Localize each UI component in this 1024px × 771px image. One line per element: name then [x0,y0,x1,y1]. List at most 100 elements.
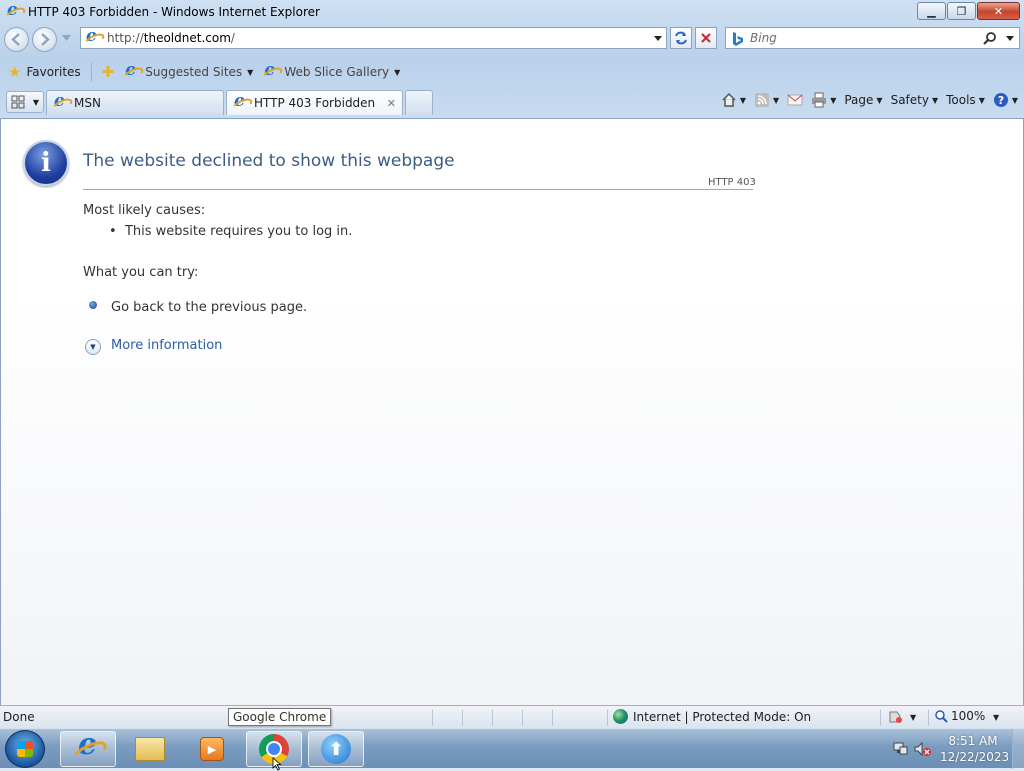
address-dropdown-icon[interactable] [654,36,662,41]
status-divider [462,710,463,726]
volume-muted-icon[interactable] [914,741,932,757]
home-icon [722,92,736,107]
web-slice-gallery-button[interactable]: Web Slice Gallery ▼ [263,60,401,80]
security-zone[interactable]: Internet | Protected Mode: On [613,709,811,724]
page-menu[interactable]: Page ▼ [844,93,882,107]
search-icon[interactable] [983,31,997,45]
zoom-dropdown-icon[interactable]: ▼ [993,713,999,722]
cause-item-text: This website requires you to log in. [124,224,353,239]
tab-list-dropdown-icon[interactable]: ▼ [33,98,39,107]
quick-tabs-button[interactable]: ▼ [6,91,44,113]
navigation-bar: http://theoldnet.com/ Bing [0,24,1024,54]
close-tab-icon[interactable]: ✕ [387,97,396,110]
stop-button[interactable] [695,27,717,49]
add-ons-dropdown-icon[interactable]: ▼ [910,713,916,722]
cause-item: • This website requires you to log in. [109,224,353,239]
tab-row: ▼ MSN HTTP 403 Forbidden ✕ ▼ ▼ ▼ [0,88,1024,116]
home-dropdown-icon[interactable]: ▼ [740,96,746,105]
window-title: HTTP 403 Forbidden - Windows Internet Ex… [28,5,320,19]
home-button[interactable]: ▼ [721,92,746,108]
forward-arrow-icon [41,33,50,46]
folder-icon [135,737,165,761]
back-button[interactable] [4,27,29,52]
ie-logo-icon [6,0,22,20]
taskbar-media-player[interactable]: ▶ [184,731,240,767]
compatibility-view-button[interactable] [670,27,692,49]
taskbar-update-app[interactable]: ⬆ [308,731,364,767]
zoom-level[interactable]: 100% [935,709,985,723]
print-button[interactable]: ▼ [811,92,836,108]
address-bar[interactable]: http://theoldnet.com/ [80,26,667,49]
security-zone-label: Internet | Protected Mode: On [633,709,812,724]
show-desktop-button[interactable] [1012,729,1024,769]
status-divider [928,710,929,726]
quick-tabs-grid-icon [11,95,25,109]
page-menu-chevron-icon: ▼ [876,95,883,105]
clock-time: 8:51 AM [948,734,998,748]
favorites-star-icon: ★ [8,63,22,81]
feeds-dropdown-icon[interactable]: ▼ [773,96,779,105]
printer-icon [812,92,827,108]
zoom-label: 100% [951,709,986,723]
expand-chevron-icon[interactable]: ▼ [85,339,101,355]
suggested-sites-dropdown-icon: ▼ [247,67,254,77]
active-tab-favicon-icon [233,91,249,111]
status-divider [432,710,433,726]
svg-text:?: ? [998,94,1004,107]
tools-menu-chevron-icon: ▼ [978,95,985,105]
read-mail-icon[interactable] [787,94,803,106]
help-menu[interactable]: ? ▼ [993,92,1018,108]
tab-http-403[interactable]: HTTP 403 Forbidden ✕ [226,90,403,115]
compatibility-icon [675,31,687,45]
help-dropdown-icon: ▼ [1011,95,1018,105]
add-to-favorites-bar-icon[interactable]: ✚ [102,63,115,81]
go-back-text: Go back to the previous page. [111,300,308,315]
zoom-magnifier-icon [935,709,948,723]
favorites-button[interactable]: ★ Favorites [8,63,81,81]
more-information-link[interactable]: More information [111,338,222,353]
clock[interactable]: 8:51 AM 12/22/2023 [940,733,1010,765]
web-slice-dropdown-icon: ▼ [394,67,401,77]
close-button[interactable]: ✕ [977,2,1020,20]
address-url[interactable]: http://theoldnet.com/ [107,31,235,45]
network-icon[interactable] [892,741,908,757]
mouse-cursor-icon [272,757,282,771]
go-back-bullet-icon [89,301,97,309]
start-button[interactable] [5,730,45,768]
internet-explorer-icon [74,727,102,763]
print-dropdown-icon[interactable]: ▼ [830,96,836,105]
favorites-separator [90,62,92,82]
forward-button[interactable] [32,27,57,52]
tools-menu[interactable]: Tools ▼ [946,93,985,107]
search-box[interactable]: Bing [725,27,1020,49]
tools-menu-label: Tools [946,93,976,107]
search-options-dropdown-icon[interactable] [1006,36,1014,41]
rss-feed-icon [755,93,770,107]
suggested-sites-button[interactable]: Suggested Sites ▼ [124,60,254,80]
window-title-group: HTTP 403 Forbidden - Windows Internet Ex… [6,0,320,20]
taskbar: ▶ ⬆ 8:51 AM 12/22/2023 [0,727,1024,771]
safety-menu[interactable]: Safety ▼ [891,93,939,107]
status-bar: Done Internet | Protected Mode: On ▼ 100… [0,705,1024,728]
add-ons-icon[interactable] [887,710,903,724]
status-divider [492,710,493,726]
tab-msn[interactable]: MSN [46,90,224,115]
recent-pages-chevron-icon[interactable] [62,35,71,41]
maximize-button[interactable]: ❐ [947,2,976,20]
page-content: i The website declined to show this webp… [0,118,1024,705]
url-host: theoldnet.com [143,31,231,45]
causes-label: Most likely causes: [83,203,206,218]
ie-window: HTTP 403 Forbidden - Windows Internet Ex… [0,0,1024,728]
clock-date: 12/22/2023 [940,750,1010,764]
back-arrow-icon [11,33,20,46]
minimize-button[interactable]: ▁ [917,2,946,20]
new-tab-button[interactable] [405,90,433,115]
status-divider [880,710,881,726]
feeds-button[interactable]: ▼ [754,92,779,108]
msn-tab-favicon-icon [53,91,69,111]
taskbar-internet-explorer[interactable] [60,727,116,767]
taskbar-windows-explorer[interactable] [122,731,178,767]
web-slice-ie-icon [263,60,279,80]
page-favicon-icon [85,26,101,46]
web-slice-gallery-label: Web Slice Gallery [284,65,390,79]
